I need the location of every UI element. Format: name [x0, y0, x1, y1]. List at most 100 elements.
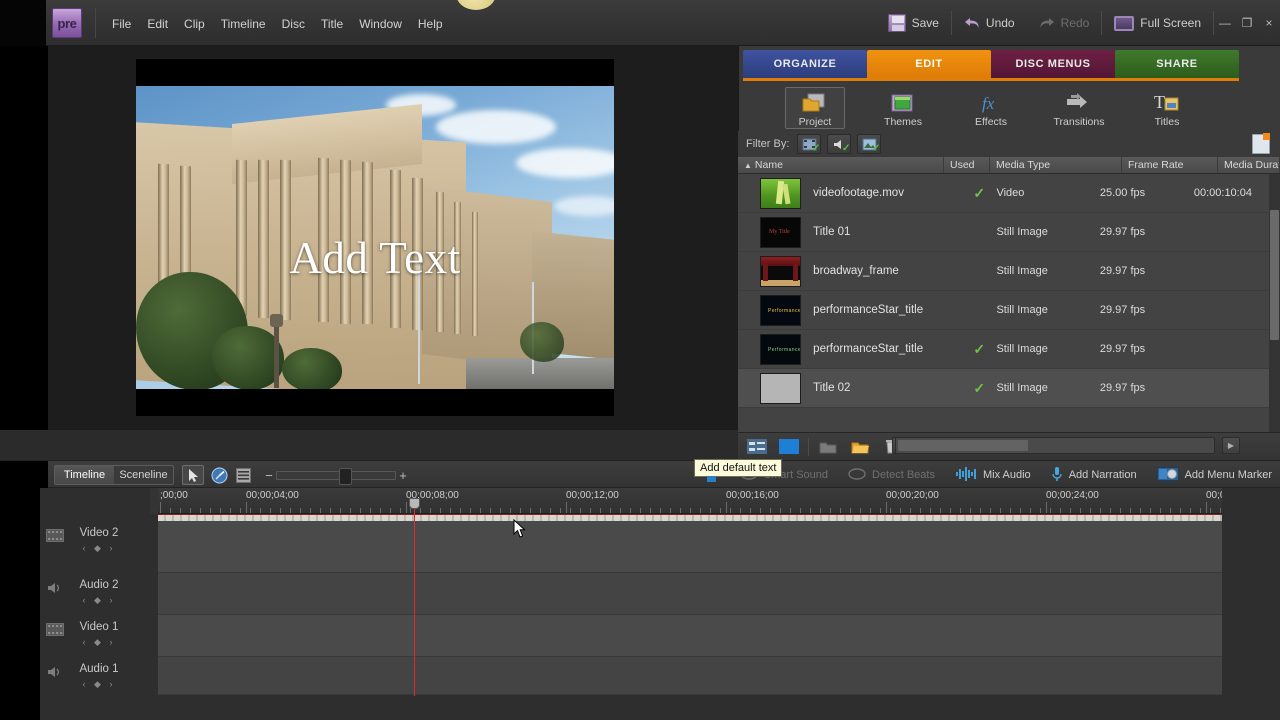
open-folder-icon[interactable]	[847, 437, 873, 457]
ruler-major-tick	[1206, 502, 1207, 513]
audio-filter-icon[interactable]: ✓	[827, 134, 851, 154]
media-row[interactable]: My TitleTitle 01Still Image29.97 fps	[738, 213, 1280, 252]
menu-item-clip[interactable]: Clip	[176, 15, 213, 33]
list-view-icon[interactable]	[744, 437, 770, 457]
zoom-out-button[interactable]: −	[262, 468, 276, 483]
keyframe-navigator[interactable]: ‹ ◆ ›	[40, 595, 158, 606]
grid-view-icon[interactable]	[776, 437, 802, 457]
ruler-major-tick	[566, 502, 567, 513]
subtool-effects[interactable]: fxEffects	[961, 88, 1021, 128]
selection-tool-icon[interactable]	[182, 465, 204, 485]
action-mix-audio[interactable]: Mix Audio	[955, 467, 1031, 484]
redo-button[interactable]: Redo	[1027, 0, 1102, 46]
media-frame-rate: 25.00 fps	[1100, 187, 1194, 199]
ruler-minor-tick	[1030, 508, 1031, 513]
work-area-bar[interactable]	[158, 514, 1222, 521]
check-icon: ✓	[842, 143, 850, 154]
menu-item-file[interactable]: File	[104, 15, 139, 33]
action-detect-beats[interactable]: Detect Beats	[848, 467, 935, 484]
ruler-minor-tick	[1080, 508, 1081, 513]
keyframe-navigator[interactable]: ‹ ◆ ›	[40, 679, 158, 690]
subtool-transitions[interactable]: Transitions	[1049, 88, 1109, 128]
tab-edit[interactable]: EDIT	[867, 50, 991, 78]
ruler-minor-tick	[910, 508, 911, 513]
action-add-menu-marker[interactable]: Add Menu Marker	[1157, 466, 1272, 485]
video-frame: Add Text	[136, 86, 614, 389]
zoom-slider-track[interactable]	[276, 471, 396, 480]
video-filter-icon[interactable]: ✓	[797, 134, 821, 154]
scroll-right-arrow[interactable]: ▶	[1222, 437, 1240, 454]
minimize-button[interactable]: —	[1214, 16, 1236, 30]
menu-item-timeline[interactable]: Timeline	[213, 15, 274, 33]
media-row[interactable]: Title 02✓Still Image29.97 fps	[738, 369, 1280, 408]
media-used-check: ✓	[962, 380, 996, 397]
save-button[interactable]: Save	[876, 0, 951, 46]
media-used-check: ✓	[962, 185, 996, 202]
playhead-handle[interactable]	[409, 498, 420, 509]
menu-item-disc[interactable]: Disc	[274, 15, 313, 33]
keyframe-navigator[interactable]: ‹ ◆ ›	[40, 637, 158, 648]
menu-item-title[interactable]: Title	[313, 15, 351, 33]
media-row[interactable]: videofootage.mov✓Video25.00 fps00:00:10:…	[738, 174, 1280, 213]
audio-track-icon[interactable]	[46, 581, 64, 595]
ruler-minor-tick	[210, 508, 211, 513]
ruler-minor-tick	[790, 508, 791, 513]
zoom-slider-thumb[interactable]	[339, 468, 352, 485]
track-lane-audio-1[interactable]	[158, 657, 1222, 695]
track-lane-audio-2[interactable]	[158, 573, 1222, 615]
ruler-major-tick	[886, 502, 887, 513]
video-track-icon[interactable]	[46, 623, 64, 637]
restore-button[interactable]: ❐	[1236, 16, 1258, 30]
media-row[interactable]: broadway_frameStill Image29.97 fps	[738, 252, 1280, 291]
subtool-label: Transitions	[1049, 116, 1109, 128]
undo-button[interactable]: Undo	[952, 0, 1027, 46]
tab-disc[interactable]: DISC MENUS	[991, 50, 1115, 78]
ruler-major-tick	[406, 502, 407, 513]
menu-item-edit[interactable]: Edit	[139, 15, 176, 33]
subtool-project[interactable]: Project	[785, 87, 845, 129]
ruler-minor-tick	[1160, 508, 1161, 513]
subtool-themes[interactable]: Themes	[873, 88, 933, 128]
keyframe-navigator[interactable]: ‹ ◆ ›	[40, 543, 158, 554]
column-header-media-duration[interactable]: Media Duration	[1218, 157, 1280, 173]
tab-organize[interactable]: ORGANIZE	[743, 50, 867, 78]
track-lane-video-2[interactable]	[158, 521, 1222, 573]
ruler-minor-tick	[980, 508, 981, 513]
media-vertical-scrollbar[interactable]	[1269, 174, 1280, 432]
tab-share[interactable]: SHARE	[1115, 50, 1239, 78]
media-horizontal-scrollbar[interactable]	[895, 437, 1215, 454]
scroll-thumb[interactable]	[1270, 210, 1279, 340]
mode-sceneline[interactable]: Sceneline	[114, 466, 173, 484]
new-folder-icon[interactable]	[815, 437, 841, 457]
video-track-icon[interactable]	[46, 529, 64, 543]
close-button[interactable]: ×	[1258, 16, 1280, 30]
media-row[interactable]: PerformanceTitleperformanceStar_titleSti…	[738, 291, 1280, 330]
track-lane-video-1[interactable]	[158, 615, 1222, 657]
menu-item-window[interactable]: Window	[351, 15, 410, 33]
image-filter-icon[interactable]: ✓	[857, 134, 881, 154]
ruler-minor-tick	[540, 508, 541, 513]
fullscreen-button[interactable]: Full Screen	[1102, 0, 1213, 46]
ruler-minor-tick	[190, 508, 191, 513]
column-header-name[interactable]: ▲Name	[738, 157, 944, 173]
time-stretch-icon[interactable]	[208, 465, 230, 485]
properties-icon[interactable]	[232, 465, 254, 485]
media-row[interactable]: PerformanceTitleperformanceStar_title✓St…	[738, 330, 1280, 369]
zoom-in-button[interactable]: +	[396, 468, 410, 483]
audio-track-icon[interactable]	[46, 665, 64, 679]
action-add-narration[interactable]: Add Narration	[1051, 466, 1137, 485]
preview-monitor[interactable]: Add Text	[136, 59, 614, 416]
ruler-minor-tick	[630, 508, 631, 513]
column-header-frame-rate[interactable]: Frame Rate	[1122, 157, 1218, 173]
column-header-used[interactable]: Used	[944, 157, 990, 173]
ruler-minor-tick	[280, 508, 281, 513]
scroll-thumb[interactable]	[898, 440, 1028, 451]
ruler-minor-tick	[490, 508, 491, 513]
time-ruler[interactable]: ;00;0000;00;04;0000;00;08;0000;00;12;000…	[158, 488, 1222, 514]
column-header-media-type[interactable]: Media Type	[990, 157, 1122, 173]
menu-item-help[interactable]: Help	[410, 15, 451, 33]
subtool-titles[interactable]: TTitles	[1137, 88, 1197, 128]
ruler-minor-tick	[760, 508, 761, 513]
new-item-icon[interactable]	[1252, 134, 1270, 154]
mode-timeline[interactable]: Timeline	[55, 466, 114, 484]
